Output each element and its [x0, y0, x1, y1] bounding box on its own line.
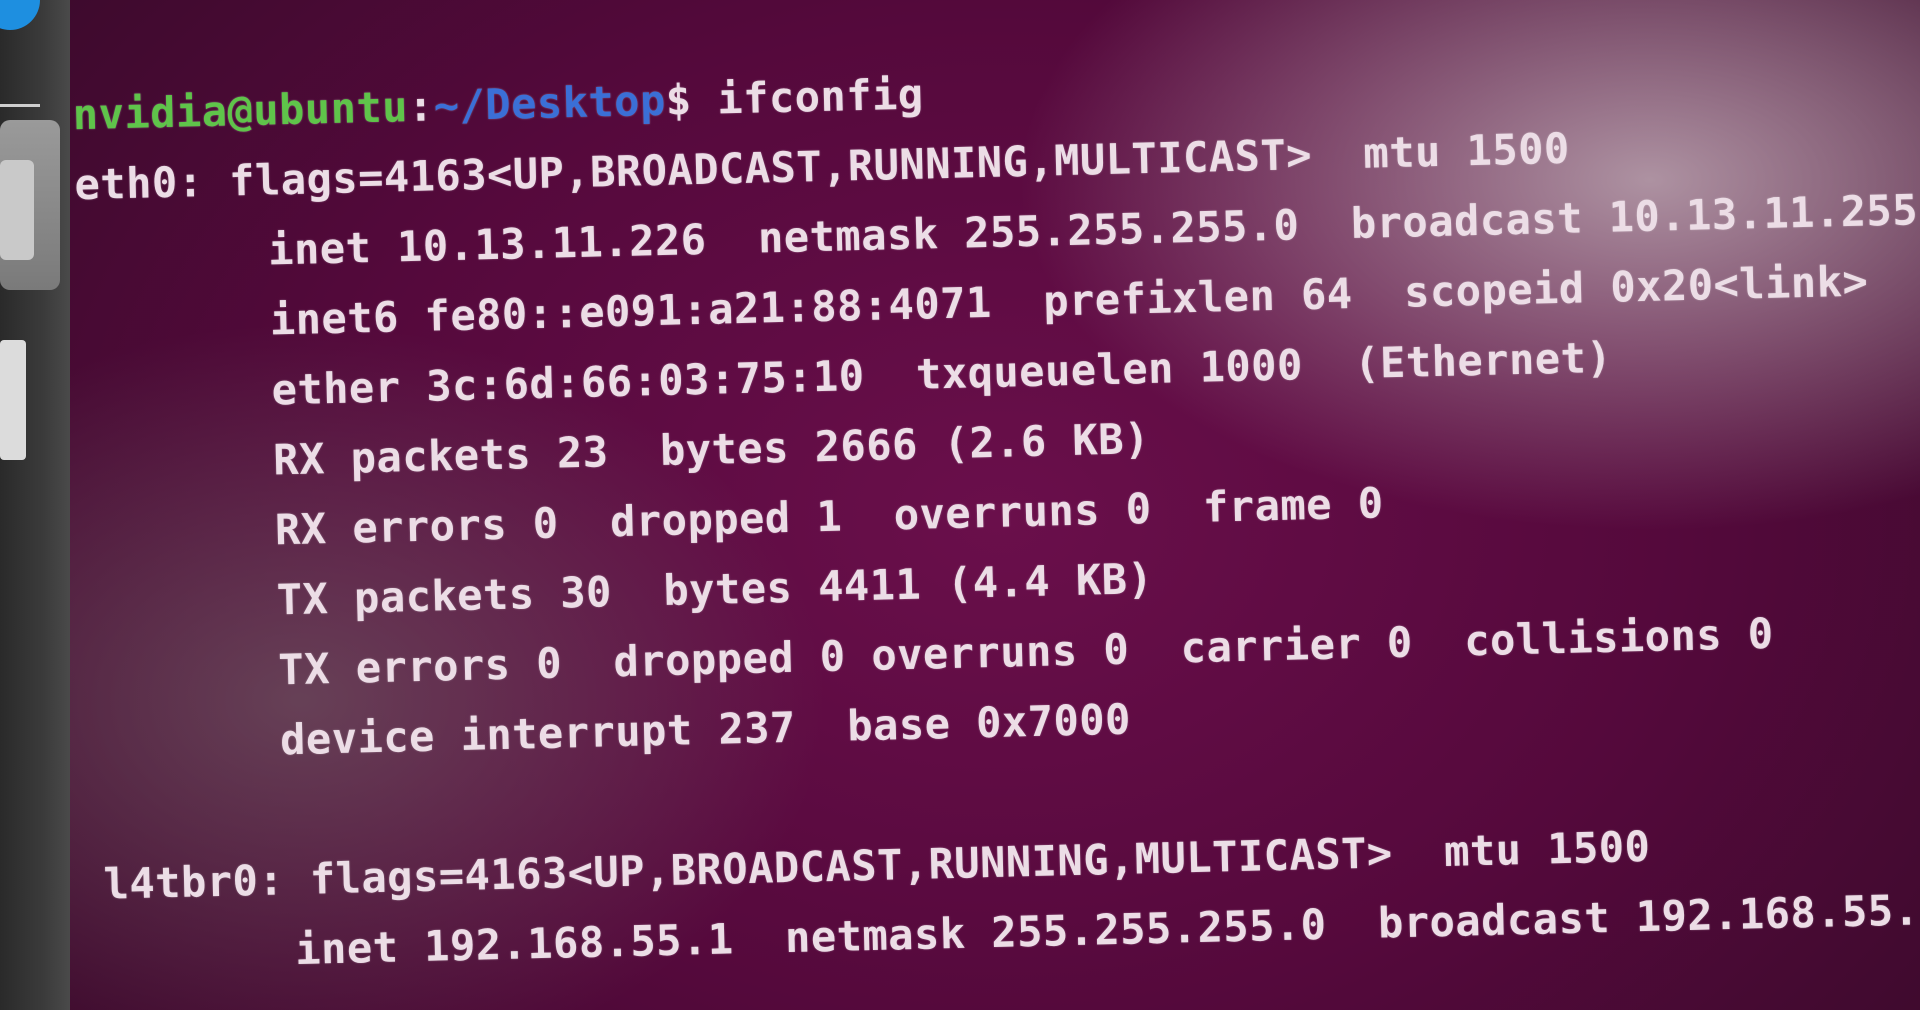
- interface-header-l4tbr0: l4tbr0: flags=4163<UP,BROADCAST,RUNNING,…: [103, 821, 1651, 909]
- eth0-inet6-line: inet6 fe80::e091:a21:88:4071 prefixlen 6…: [269, 256, 1869, 345]
- eth0-ether-line: ether 3c:6d:66:03:75:10 txqueuelen 1000 …: [271, 332, 1613, 415]
- eth0-tx-errors-line: TX errors 0 dropped 0 overruns 0 carrier…: [277, 608, 1775, 695]
- prompt-path: ~/Desktop: [433, 75, 667, 131]
- prompt-symbol: $: [665, 75, 693, 125]
- eth0-rx-errors-line: RX errors 0 dropped 1 overruns 0 frame 0: [274, 478, 1385, 555]
- eth0-rx-packets-line: RX packets 23 bytes 2666 (2.6 KB): [272, 414, 1151, 485]
- prompt-command: ifconfig: [690, 69, 925, 125]
- eth0-tx-packets-line: TX packets 30 bytes 4411 (4.4 KB): [276, 554, 1154, 625]
- eth0-device-line: device interrupt 237 base 0x7000: [279, 694, 1132, 765]
- prompt-user-host: nvidia@ubuntu: [72, 82, 409, 140]
- terminal-window[interactable]: nvidia@ubuntu:~/Desktop$ ifconfig eth0: …: [0, 0, 1920, 1010]
- interface-header-eth0: eth0: flags=4163<UP,BROADCAST,RUNNING,MU…: [73, 123, 1571, 210]
- prompt-separator: :: [407, 81, 435, 132]
- command-prompt-line: nvidia@ubuntu:~/Desktop$ ifconfig: [72, 69, 924, 139]
